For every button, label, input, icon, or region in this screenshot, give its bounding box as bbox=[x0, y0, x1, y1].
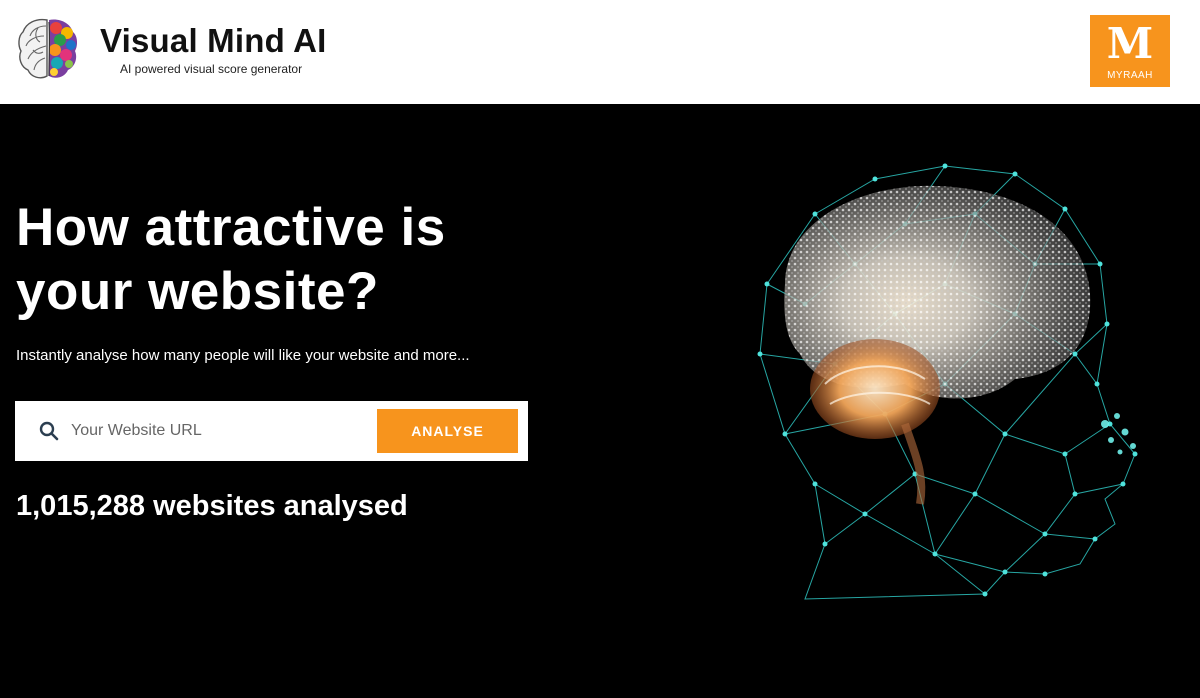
brain-stem bbox=[901, 422, 926, 505]
brand-tagline: AI powered visual score generator bbox=[120, 62, 303, 76]
analyse-button[interactable]: ANALYSE bbox=[377, 409, 518, 453]
websites-analysed-count: 1,015,288 websites analysed bbox=[16, 490, 408, 522]
myraah-logo-letter: M bbox=[1106, 19, 1154, 68]
hero-headline: How attractive is your website? bbox=[16, 198, 446, 321]
url-search-form: ANALYSE bbox=[15, 401, 528, 461]
hero-subhead: Instantly analyse how many people will l… bbox=[16, 347, 470, 364]
brain-cerebellum bbox=[810, 339, 940, 439]
brain-logo-icon[interactable] bbox=[16, 14, 80, 84]
brain-network-head-illustration bbox=[757, 163, 1138, 600]
myraah-logo-text: MYRAAH bbox=[1107, 70, 1153, 81]
hero-section: How attractive is your website? Instantl… bbox=[0, 104, 1200, 698]
website-url-input[interactable] bbox=[71, 413, 371, 449]
top-header: Visual Mind AI AI powered visual score g… bbox=[0, 0, 1200, 104]
search-icon bbox=[39, 421, 59, 441]
myraah-logo[interactable]: M MYRAAH bbox=[1090, 15, 1170, 87]
brand-name[interactable]: Visual Mind AI bbox=[100, 22, 327, 60]
